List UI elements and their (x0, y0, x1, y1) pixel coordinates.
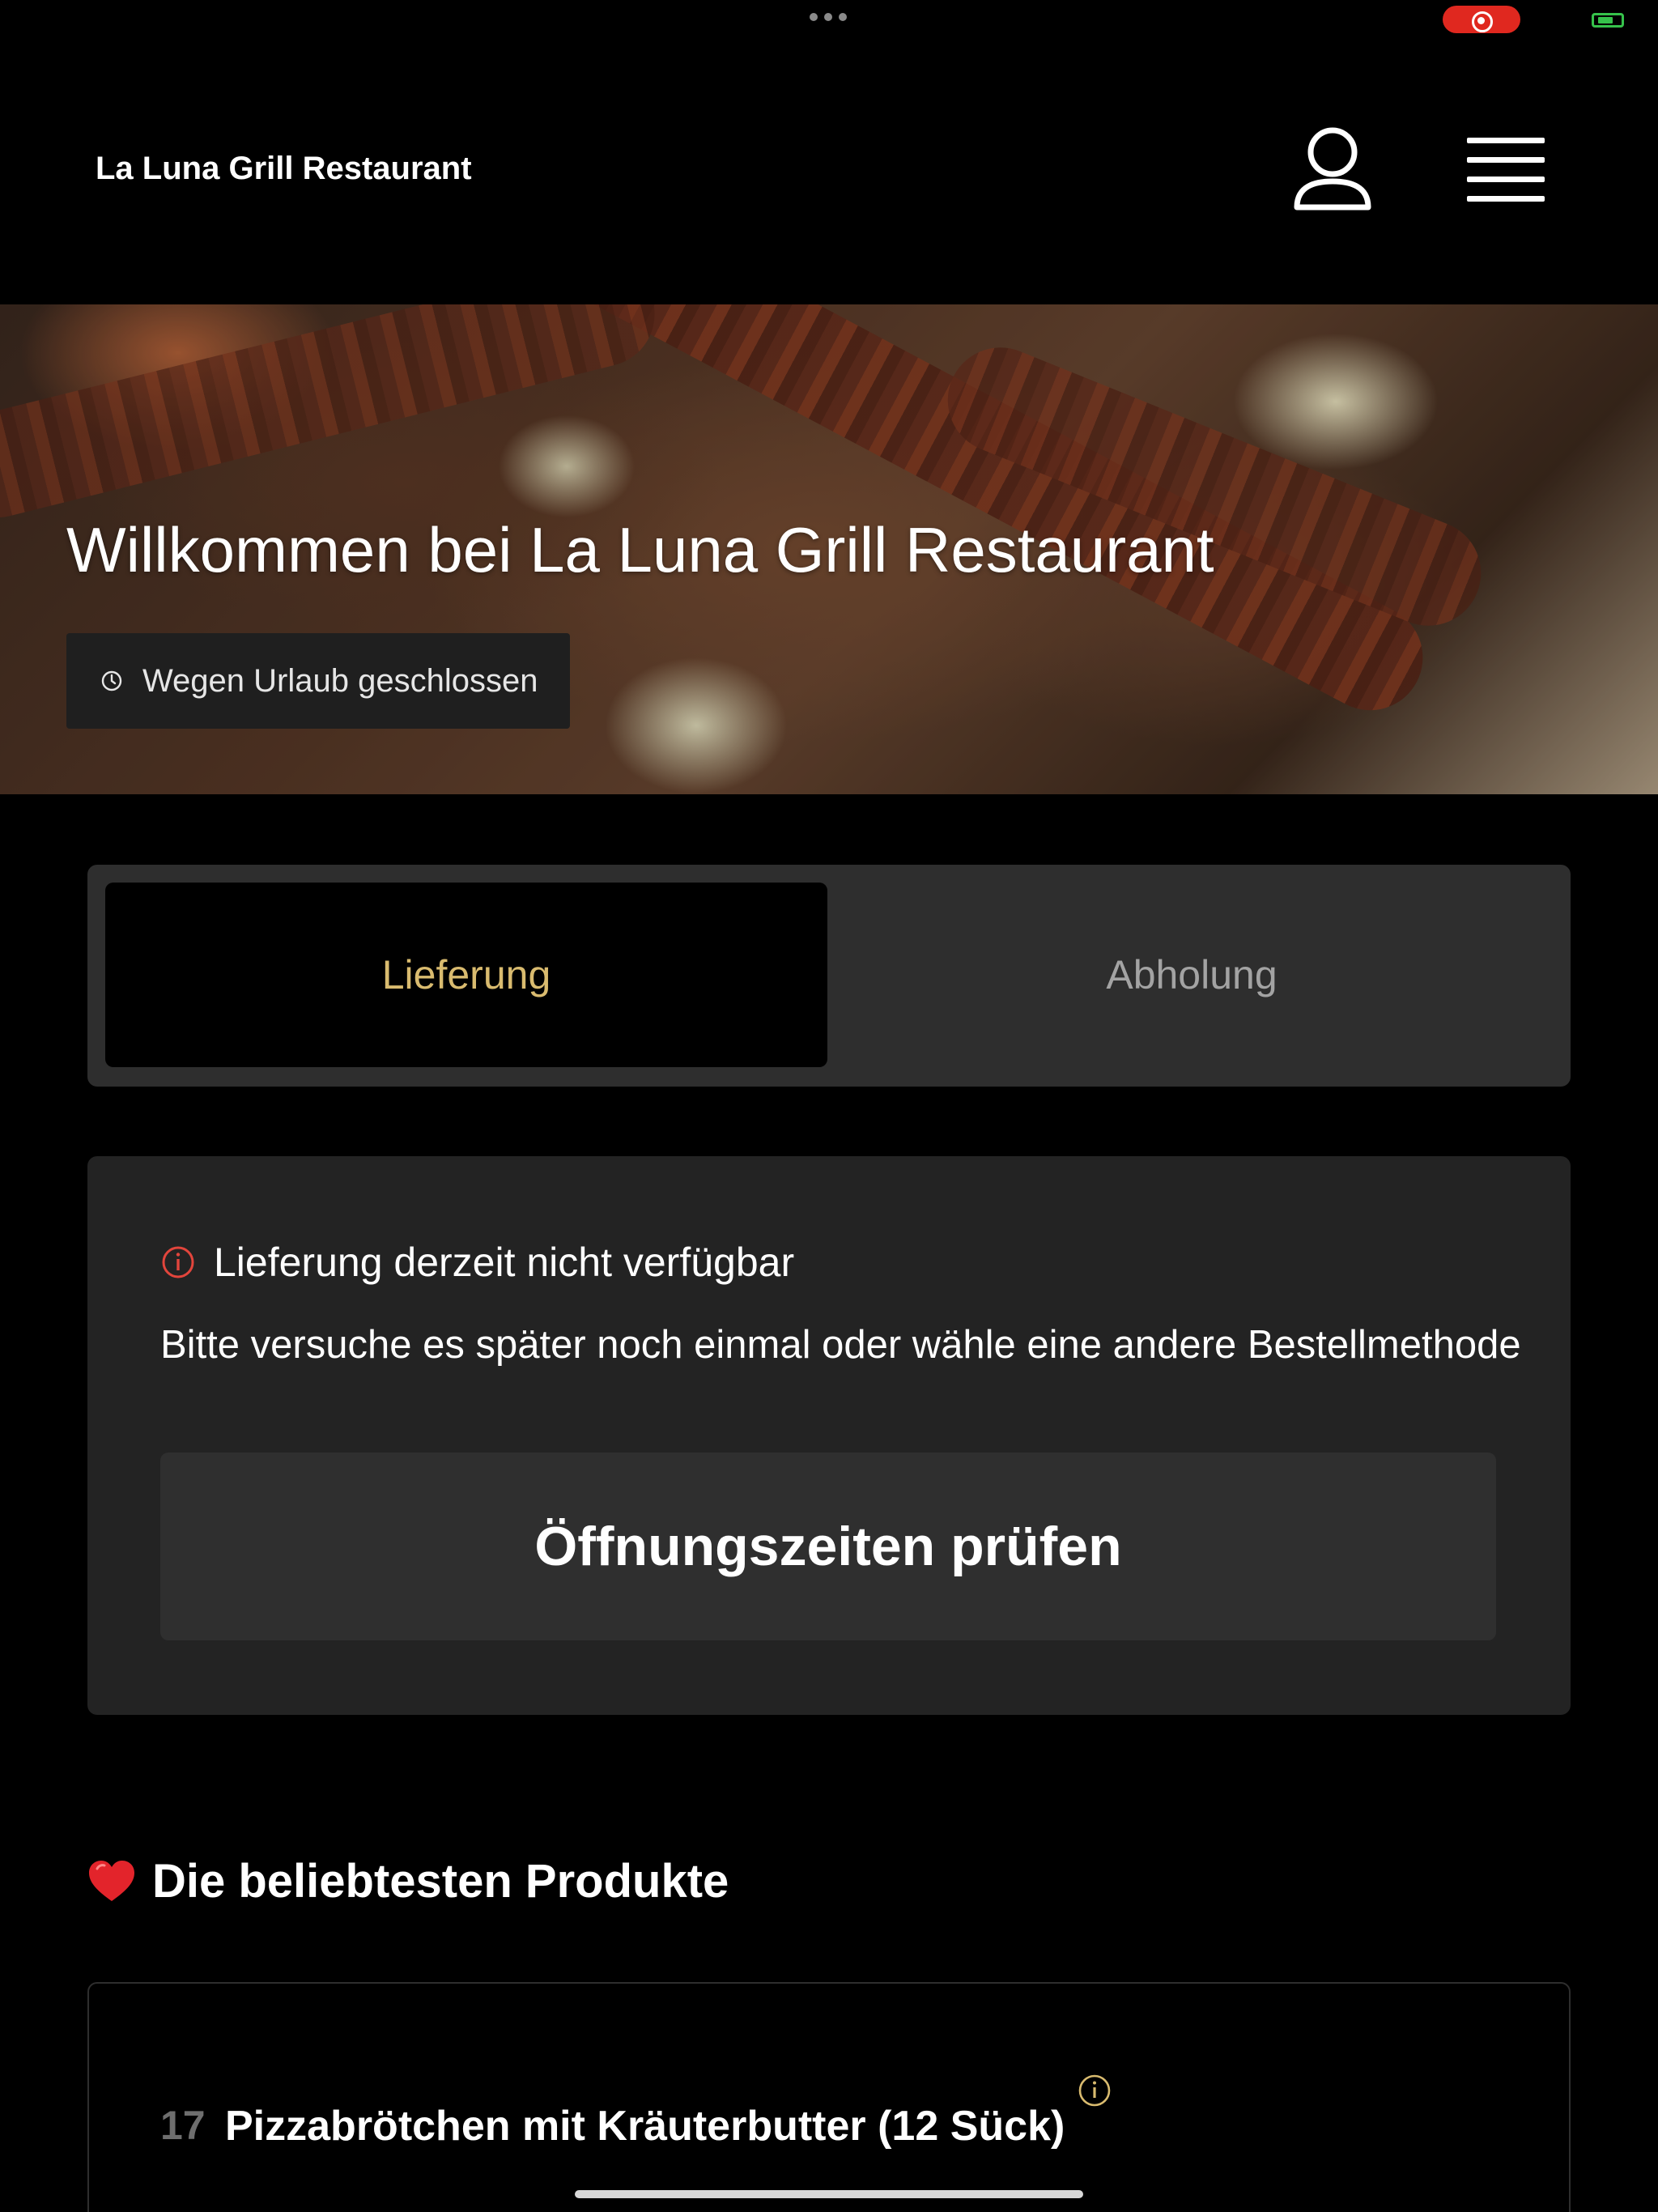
popular-products-heading: Die beliebtesten Produkte (87, 1854, 729, 1908)
multitask-dots-icon[interactable] (810, 13, 847, 21)
menu-line (1467, 196, 1545, 202)
info-icon[interactable] (1077, 2073, 1112, 2108)
battery-icon (1592, 13, 1624, 28)
product-name: Pizzabrötchen mit Kräuterbutter (12 Sück… (225, 2103, 1065, 2150)
order-method-tabs: Lieferung Abholung (87, 865, 1571, 1087)
notice-title: Lieferung derzeit nicht verfügbar (214, 1240, 795, 1285)
popular-products-title: Die beliebtesten Produkte (152, 1855, 729, 1908)
menu-line (1467, 157, 1545, 163)
notice-header: Lieferung derzeit nicht verfügbar (160, 1239, 794, 1286)
product-number: 17 (160, 2103, 206, 2148)
account-button[interactable] (1290, 125, 1375, 215)
hero-food-decor (932, 331, 1497, 642)
menu-line (1467, 177, 1545, 182)
heart-icon (89, 1860, 134, 1901)
delivery-unavailable-notice: Lieferung derzeit nicht verfügbar Bitte … (87, 1156, 1571, 1715)
tab-abholung[interactable]: Abholung (831, 883, 1553, 1067)
notice-body: Bitte versuche es später noch einmal ode… (160, 1323, 1521, 1367)
info-icon (162, 1246, 194, 1278)
status-text: Wegen Urlaub geschlossen (142, 662, 538, 699)
home-indicator[interactable] (575, 2190, 1083, 2198)
app-screen: La Luna Grill Restaurant Willkommen bei … (0, 0, 1658, 2212)
user-icon (1294, 127, 1371, 211)
check-opening-hours-button[interactable]: Öffnungszeiten prüfen (160, 1453, 1496, 1640)
status-badge: Wegen Urlaub geschlossen (66, 633, 570, 729)
product-card[interactable]: 17 Pizzabrötchen mit Kräuterbutter (12 S… (87, 1982, 1571, 2212)
menu-line (1467, 138, 1545, 143)
screen-recording-icon (1443, 6, 1520, 33)
clock-icon (101, 670, 122, 691)
hero-food-decor (0, 304, 666, 529)
restaurant-brand[interactable]: La Luna Grill Restaurant (96, 151, 472, 187)
tab-lieferung[interactable]: Lieferung (105, 883, 827, 1067)
hero-title: Willkommen bei La Luna Grill Restaurant (66, 514, 1214, 585)
status-bar (0, 0, 1658, 39)
menu-button[interactable] (1464, 134, 1548, 206)
